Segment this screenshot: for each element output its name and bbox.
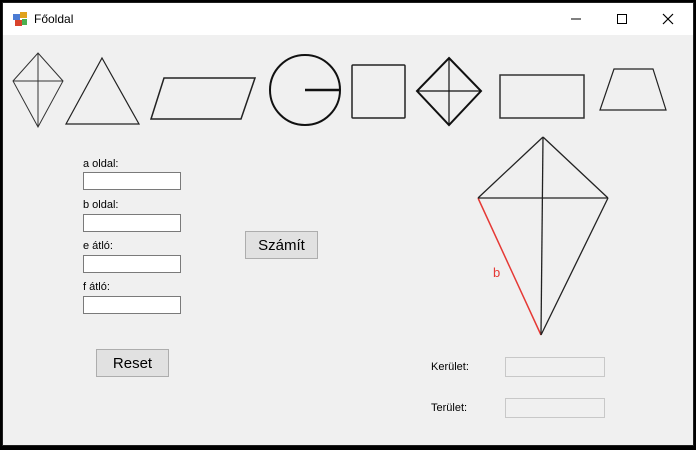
client-area: a oldal: b oldal: e átló: f átló: Számít…: [3, 35, 693, 445]
close-icon: [662, 13, 674, 25]
area-output: [505, 398, 605, 418]
minimize-icon: [571, 18, 581, 20]
perimeter-label: Kerület:: [431, 361, 469, 373]
rhombus-shape-icon[interactable]: [415, 56, 483, 128]
main-window: Főoldal a oldal: b oldal: e átló: f átló…: [2, 2, 694, 446]
kite-e-diagonal: [540, 136, 544, 336]
kite-b-side-highlight: [477, 197, 542, 336]
title-bar: Főoldal: [3, 3, 693, 35]
f-diagonal-label: f átló:: [83, 281, 110, 293]
parallelogram-shape-icon[interactable]: [149, 73, 259, 123]
calculate-button[interactable]: Számít: [245, 231, 318, 259]
reset-button[interactable]: Reset: [96, 349, 169, 377]
kite-upper-left-side: [477, 136, 544, 199]
triangle-shape-icon[interactable]: [63, 55, 143, 127]
a-side-input[interactable]: [83, 172, 181, 190]
area-label: Terület:: [431, 402, 468, 414]
rectangle-shape-icon[interactable]: [498, 73, 588, 121]
square-shape-icon[interactable]: [350, 63, 408, 121]
kite-upper-right-side: [542, 136, 609, 199]
kite-shape-icon[interactable]: [11, 51, 67, 129]
a-side-label: a oldal:: [83, 158, 119, 170]
e-diagonal-label: e átló:: [83, 240, 113, 252]
circle-shape-icon[interactable]: [268, 53, 346, 131]
minimize-button[interactable]: [553, 3, 599, 35]
kite-diagram: [477, 136, 609, 336]
close-button[interactable]: [645, 3, 691, 35]
window-title: Főoldal: [34, 12, 74, 26]
b-side-label: b oldal:: [83, 199, 119, 211]
e-diagonal-input[interactable]: [83, 255, 181, 273]
b-side-input[interactable]: [83, 214, 181, 232]
b-side-diagram-label: b: [493, 265, 501, 280]
f-diagonal-input[interactable]: [83, 296, 181, 314]
app-icon: [13, 12, 27, 26]
trapezoid-shape-icon[interactable]: [597, 65, 669, 115]
maximize-icon: [617, 14, 627, 24]
kite-lower-right-side: [540, 197, 609, 336]
perimeter-output: [505, 357, 605, 377]
maximize-button[interactable]: [599, 3, 645, 35]
